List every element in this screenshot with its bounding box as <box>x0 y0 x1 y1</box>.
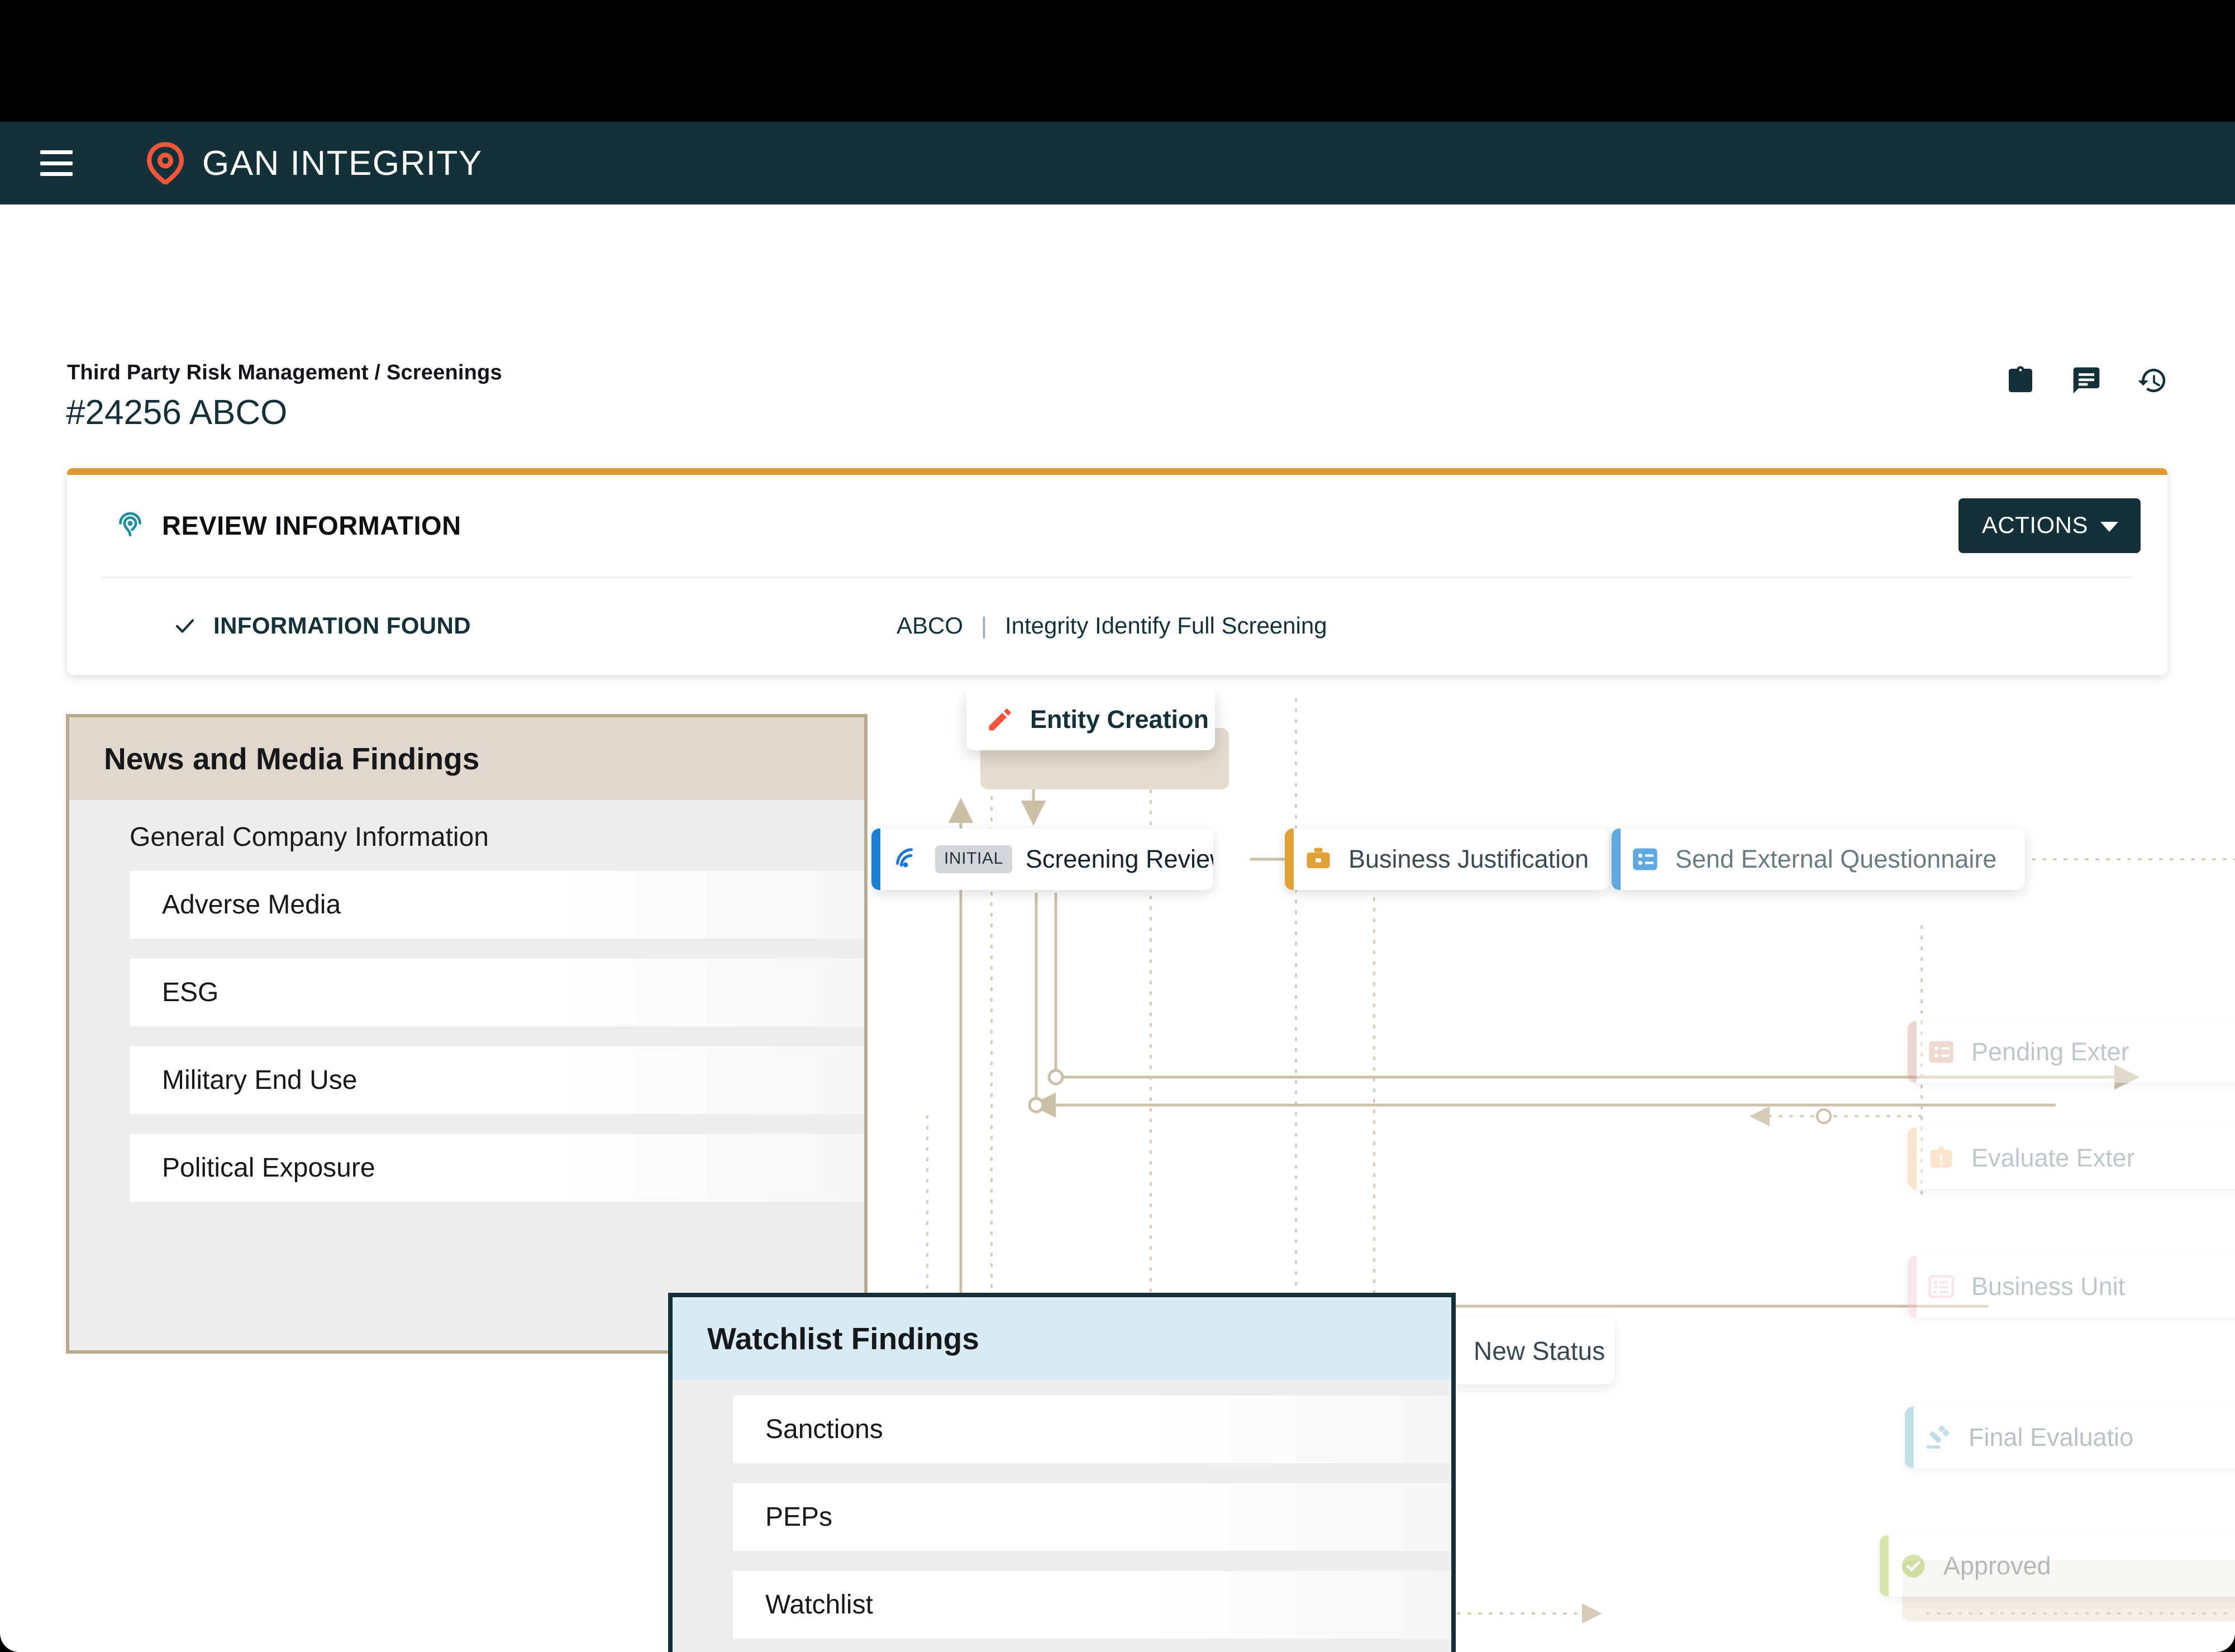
list-item[interactable]: Adverse Media <box>130 871 864 939</box>
list-item[interactable]: Watchlist <box>733 1571 1451 1639</box>
node-accent-bar <box>1908 1127 1917 1189</box>
workflow-node-screening-review[interactable]: INITIAL Screening Review <box>871 829 1213 890</box>
node-label: Evaluate Exter <box>1971 1144 2135 1173</box>
news-panel-subtitle: General Company Information <box>69 816 572 871</box>
watchlist-panel-body: Sanctions PEPs Watchlist <box>673 1380 1451 1652</box>
news-panel-title: News and Media Findings <box>69 717 864 800</box>
chevron-down-icon <box>2100 522 2118 532</box>
form-list-icon <box>1927 1037 1956 1067</box>
checklist-icon <box>1927 1272 1956 1301</box>
list-item[interactable]: Military End Use <box>130 1046 864 1114</box>
list-item[interactable]: PEPs <box>733 1483 1451 1551</box>
screening-type: Integrity Identify Full Screening <box>1005 612 1327 639</box>
list-item[interactable]: ESG <box>130 959 864 1026</box>
workflow-node-approved[interactable]: Approved <box>1880 1535 2235 1597</box>
status-label: INFORMATION FOUND <box>213 612 471 639</box>
review-card-body: INFORMATION FOUND ABCO | Integrity Ident… <box>67 577 2167 674</box>
gan-integrity-mark-icon <box>144 142 187 184</box>
check-circle-icon <box>1899 1551 1928 1580</box>
node-badge: INITIAL <box>935 845 1012 873</box>
review-meta: ABCO | Integrity Identify Full Screening <box>897 612 1327 639</box>
node-label: Send External Questionnaire <box>1675 845 1996 874</box>
new-status-label: New Status <box>1474 1336 1605 1366</box>
node-accent-bar <box>1285 829 1294 890</box>
pencil-icon <box>985 705 1014 734</box>
node-label: Final Evaluatio <box>1969 1423 2133 1452</box>
workflow-node-final-evaluation[interactable]: Final Evaluatio <box>1905 1407 2235 1468</box>
news-panel-body: General Company Information Adverse Medi… <box>69 800 864 1252</box>
review-card-header: REVIEW INFORMATION ACTIONS <box>67 475 2167 575</box>
entity-name: ABCO <box>897 612 963 639</box>
review-information-card: REVIEW INFORMATION ACTIONS INFORMATION F… <box>67 468 2167 675</box>
form-list-icon <box>1631 845 1660 874</box>
workflow-node-entity-creation[interactable]: Entity Creation <box>966 692 1215 750</box>
node-label: Business Unit <box>1971 1272 2125 1301</box>
header-icon-group <box>2005 365 2168 396</box>
workflow-node-business-unit[interactable]: Business Unit <box>1908 1256 2235 1317</box>
comment-icon[interactable] <box>2071 365 2102 396</box>
breadcrumb[interactable]: Third Party Risk Management / Screenings <box>67 361 502 385</box>
list-item[interactable]: Political Exposure <box>130 1134 864 1202</box>
node-accent-bar <box>1908 1021 1917 1083</box>
node-label: Screening Review <box>1026 845 1213 874</box>
list-item[interactable]: Sanctions <box>733 1396 1451 1463</box>
node-accent-bar <box>1880 1535 1889 1597</box>
node-label: Entity Creation <box>1030 705 1209 734</box>
node-accent-bar <box>1908 1256 1917 1317</box>
top-navbar: GAN INTEGRITY <box>0 122 2235 204</box>
node-label: Pending Exter <box>1971 1037 2129 1067</box>
radar-wifi-icon <box>893 845 922 874</box>
new-status-card[interactable]: New Status <box>1452 1317 1614 1384</box>
node-label: Business Justification <box>1348 845 1589 874</box>
actions-button-label: ACTIONS <box>1982 512 2088 539</box>
gavel-icon <box>1924 1423 1953 1452</box>
brand-logo[interactable]: GAN INTEGRITY <box>144 142 483 184</box>
actions-button[interactable]: ACTIONS <box>1958 498 2141 553</box>
node-label: Approved <box>1943 1551 2051 1580</box>
workflow-node-business-justification[interactable]: Business Justification <box>1285 829 1609 890</box>
node-accent-bar <box>1905 1407 1914 1468</box>
page-title: #24256 ABCO <box>66 393 287 432</box>
news-and-media-findings-panel: News and Media Findings General Company … <box>66 714 868 1354</box>
review-card-title: REVIEW INFORMATION <box>162 510 461 541</box>
workflow-node-send-external-questionnaire[interactable]: Send External Questionnaire <box>1612 829 2025 890</box>
status-badge: INFORMATION FOUND <box>173 612 471 639</box>
brand-name: GAN INTEGRITY <box>202 144 483 183</box>
application-page: GAN INTEGRITY Third Party Risk Managemen… <box>0 122 2235 1652</box>
briefcase-icon <box>1304 845 1333 874</box>
workflow-node-evaluate-external[interactable]: Evaluate Exter <box>1908 1127 2235 1189</box>
clipboard-download-icon[interactable] <box>2005 365 2036 396</box>
watchlist-findings-panel: Watchlist Findings Sanctions PEPs Watchl… <box>668 1293 1456 1652</box>
check-icon <box>173 614 197 637</box>
node-accent-bar <box>1612 829 1621 890</box>
workflow-node-pending-external[interactable]: Pending Exter <box>1908 1021 2235 1083</box>
watchlist-panel-title: Watchlist Findings <box>673 1297 1451 1380</box>
top-letterbox-strip <box>0 0 2235 122</box>
history-icon[interactable] <box>2137 365 2168 396</box>
meta-separator: | <box>981 612 987 639</box>
hamburger-menu-icon[interactable] <box>40 150 73 176</box>
alert-clipboard-icon <box>1927 1144 1956 1173</box>
node-accent-bar <box>871 829 880 890</box>
radar-icon <box>115 510 145 540</box>
